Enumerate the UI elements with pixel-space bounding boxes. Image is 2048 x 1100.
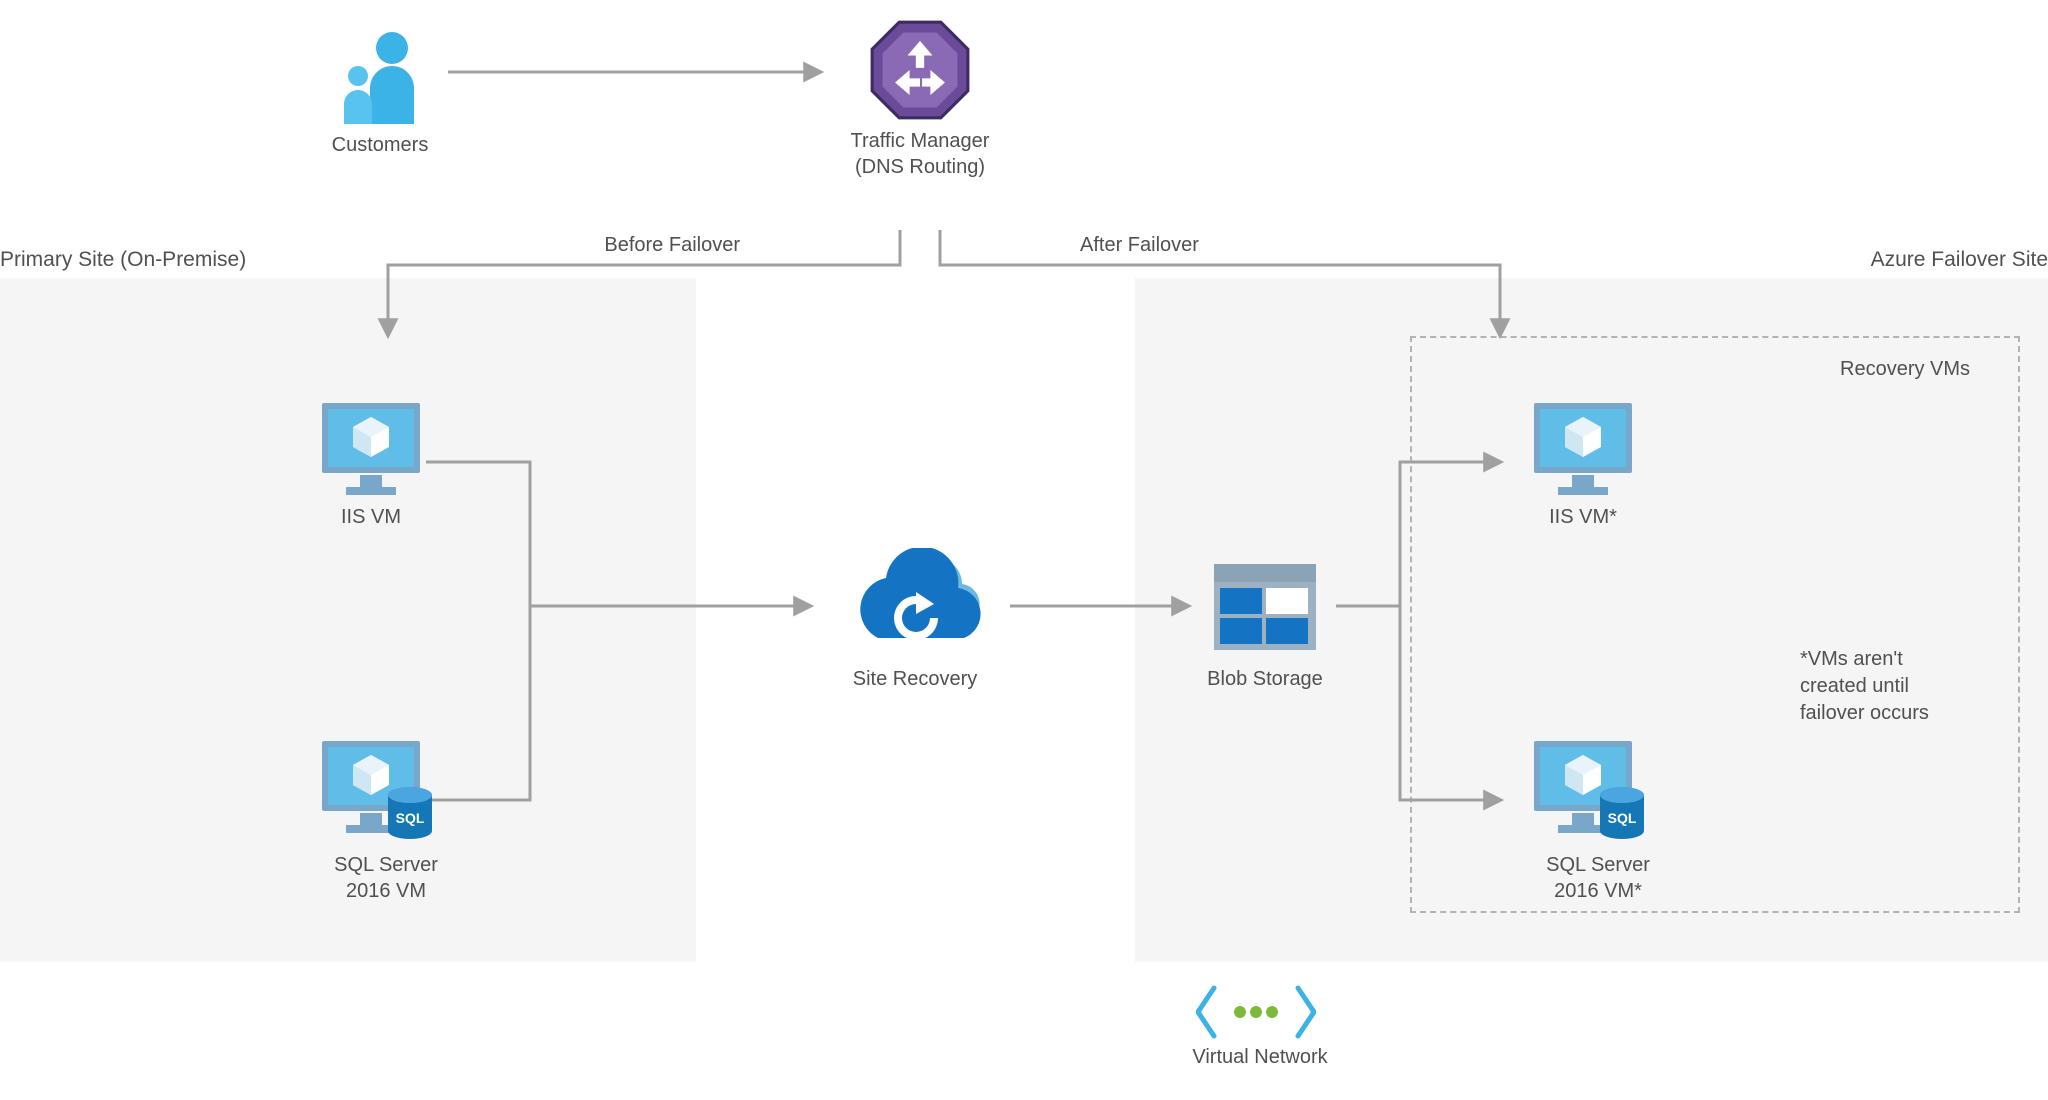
virtual-network-label: Virtual Network xyxy=(1170,1044,1350,1070)
traffic-manager-icon xyxy=(868,18,972,122)
traffic-manager-title: Traffic Manager xyxy=(851,130,990,152)
iis-vm-r-label: IIS VM* xyxy=(1508,504,1658,530)
recovery-vms-label: Recovery VMs xyxy=(1840,358,1970,381)
iis-vm-label: IIS VM xyxy=(296,504,446,530)
sql-vm-l1: SQL Server xyxy=(334,854,438,876)
virtual-network-icon xyxy=(1196,984,1316,1040)
traffic-manager-subtitle: (DNS Routing) xyxy=(855,156,985,178)
recovery-vms-box xyxy=(1410,336,2020,913)
blob-storage-icon xyxy=(1212,562,1318,652)
svg-text:SQL: SQL xyxy=(1608,810,1637,826)
sql-vm-r-icon: SQL xyxy=(1528,737,1648,845)
site-recovery-icon xyxy=(838,548,988,658)
sql-vm-r-l1: SQL Server xyxy=(1546,854,1650,876)
sql-vm-label: SQL Server 2016 VM xyxy=(286,852,486,904)
primary-site-title: Primary Site (On-Premise) xyxy=(0,248,246,272)
before-failover-label: Before Failover xyxy=(540,232,740,258)
svg-text:SQL: SQL xyxy=(396,810,425,826)
sql-vm-r-label: SQL Server 2016 VM* xyxy=(1498,852,1698,904)
after-failover-label: After Failover xyxy=(1080,232,1280,258)
customers-icon xyxy=(330,26,430,126)
site-recovery-label: Site Recovery xyxy=(840,666,990,692)
sql-vm-l2: 2016 VM xyxy=(346,880,426,902)
note-text: *VMs aren't created until failover occur… xyxy=(1800,646,1970,727)
azure-failover-title: Azure Failover Site xyxy=(1871,248,2048,272)
iis-vm-icon xyxy=(316,399,426,499)
blob-storage-label: Blob Storage xyxy=(1190,666,1340,692)
traffic-manager-label: Traffic Manager (DNS Routing) xyxy=(790,128,1050,180)
iis-vm-r-icon xyxy=(1528,399,1638,499)
sql-vm-r-l2: 2016 VM* xyxy=(1554,880,1642,902)
sql-vm-icon: SQL xyxy=(316,737,436,845)
customers-label: Customers xyxy=(290,132,470,158)
